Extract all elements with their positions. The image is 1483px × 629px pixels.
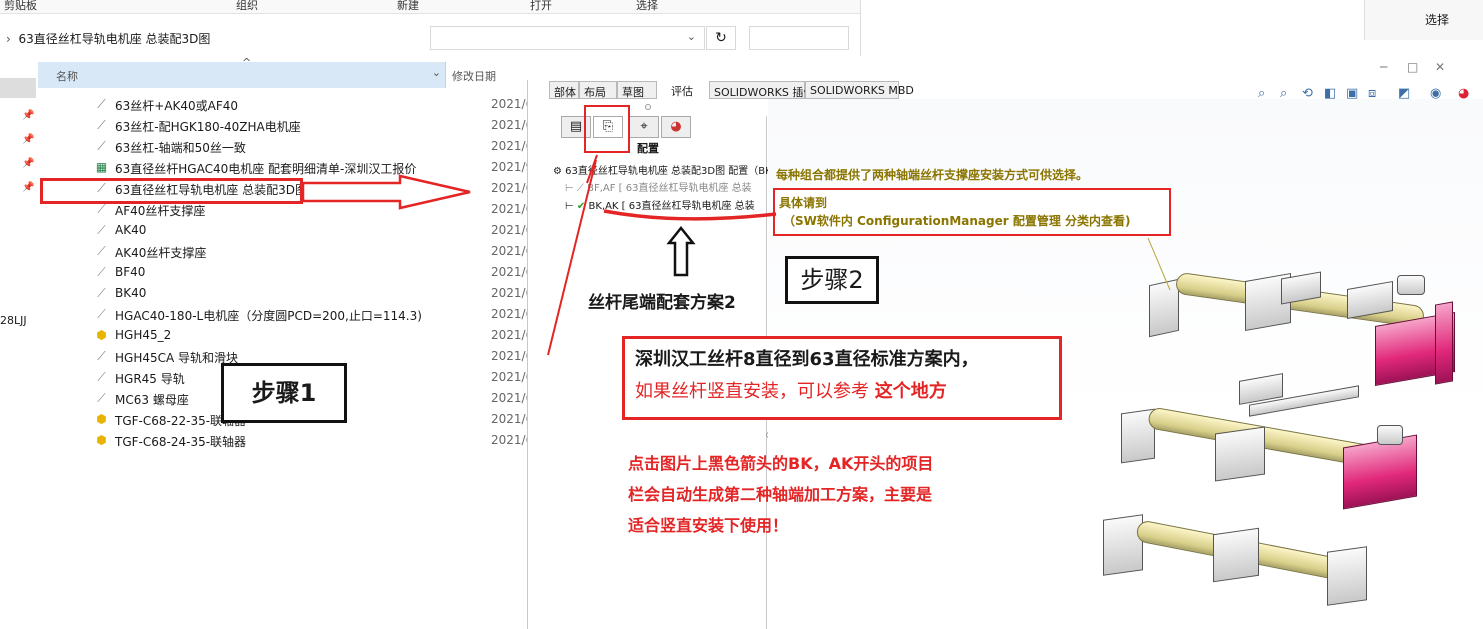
main-callout: 深圳汉工丝杆8直径到63直径标准方案内， 如果丝杆竖直安装，可以参考 这个地方 [622, 336, 1062, 420]
leader-line [1147, 237, 1171, 291]
highlight-config-tab [584, 105, 630, 153]
red-pointer-line [547, 159, 597, 356]
main-line2: 如果丝杆竖直安装，可以参考 这个地方 [635, 381, 947, 402]
step2-label: 步骤2 [785, 256, 879, 304]
step1-label: 步骤1 [221, 363, 347, 423]
red-instructions: 点击图片上黑色箭头的BK，AK开头的项目 栏会自动生成第二种轴端加工方案，主要是… [628, 448, 1048, 541]
scheme2-label: 丝杆尾端配套方案2 [588, 293, 736, 313]
highlight-file-row [40, 178, 303, 204]
red-line: 点击图片上黑色箭头的BK，AK开头的项目 [628, 454, 934, 473]
red-line: 栏会自动生成第二种轴端加工方案，主要是 [628, 485, 933, 504]
red-line: 适合竖直安装下使用！ [628, 516, 789, 535]
black-arrow-up [666, 225, 696, 277]
red-underline [603, 209, 777, 221]
red-arrow-right [301, 174, 471, 210]
main-line1: 深圳汉工丝杆8直径到63直径标准方案内， [635, 349, 979, 370]
